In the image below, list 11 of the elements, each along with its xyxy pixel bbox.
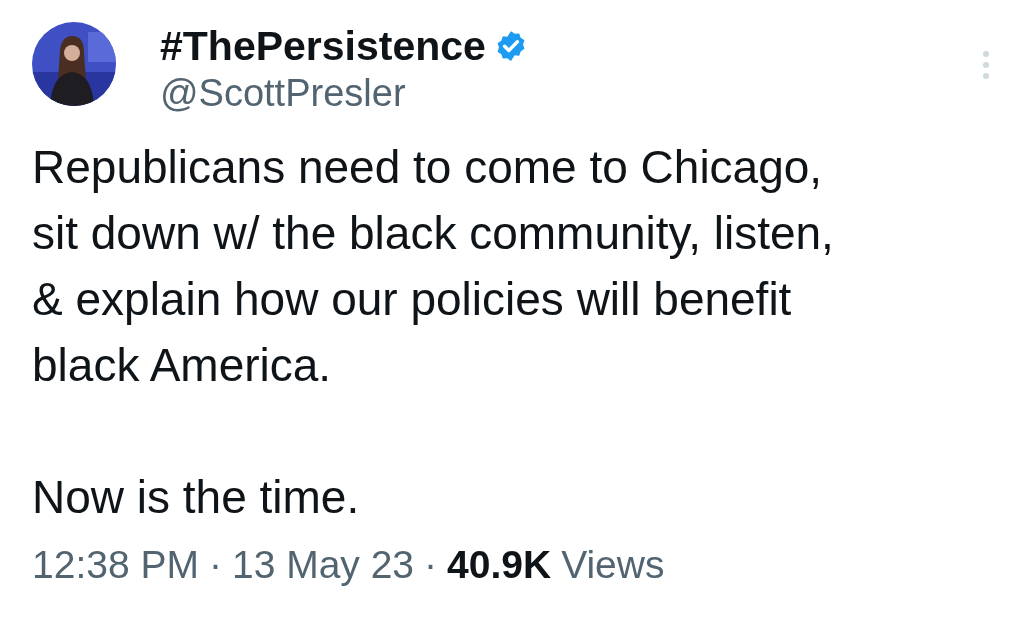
- separator-dot: ·: [424, 542, 438, 588]
- views-label: Views: [561, 542, 665, 588]
- separator-dot: ·: [208, 542, 222, 588]
- display-name[interactable]: #ThePersistence: [160, 22, 486, 70]
- more-options-icon[interactable]: [982, 50, 990, 80]
- user-handle[interactable]: @ScottPresler: [160, 70, 982, 116]
- post-date[interactable]: 13 May 23: [231, 542, 415, 588]
- post-time[interactable]: 12:38 PM: [32, 542, 199, 588]
- post-text: Now is the time.: [32, 470, 361, 525]
- view-count: 40.9K: [447, 542, 552, 588]
- post-text: Republicans need to come to Chicago, sit down w/ the black community, listen, & explain how our policies will benefit black America.: [32, 140, 835, 393]
